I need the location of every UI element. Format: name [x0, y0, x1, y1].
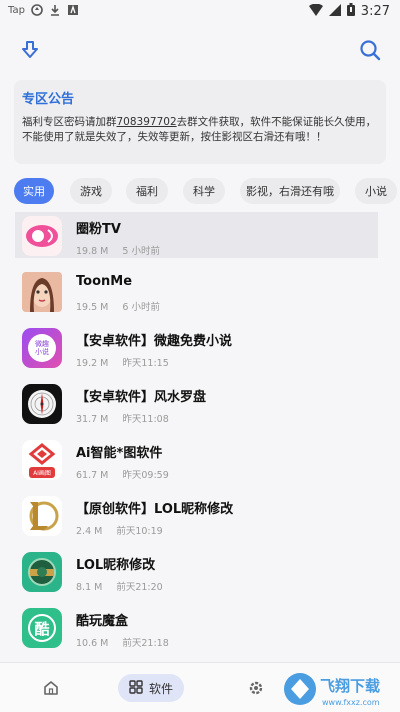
watermark-logo: 飞翔下载 www.fxxz.com — [282, 669, 394, 709]
top-toolbar — [0, 30, 400, 70]
download-icon — [49, 4, 61, 16]
app-time: 前天21:18 — [122, 638, 169, 649]
home-icon[interactable] — [42, 679, 60, 697]
grid-icon — [129, 679, 143, 697]
list-item[interactable]: AI画图 Ai智能*图软件 61.7 M 昨天09:59 — [0, 436, 400, 492]
lol-logo-icon — [22, 496, 62, 536]
tab-shiyong[interactable]: 实用 — [14, 178, 54, 204]
tap-label: Tap — [8, 4, 25, 16]
clock: 3:27 — [360, 4, 390, 19]
watermark-url: www.fxxz.com — [322, 698, 380, 707]
download-arrow-icon[interactable] — [18, 38, 42, 62]
gear-icon[interactable] — [248, 680, 264, 696]
app-time: 昨天11:15 — [122, 358, 169, 369]
kuwan-icon-text: 酷 — [28, 614, 56, 642]
tab-kexue[interactable]: 科学 — [183, 178, 225, 204]
notice-text-before: 福利专区密码请加群 — [22, 116, 117, 128]
ai-draw-icon: AI画图 — [22, 440, 62, 480]
tab-xiaoshuo[interactable]: 小说 — [355, 178, 397, 204]
search-icon[interactable] — [358, 38, 382, 62]
signal-icon — [328, 3, 341, 20]
app-size: 19.2 M — [76, 358, 109, 369]
tab-youxi[interactable]: 游戏 — [70, 178, 112, 204]
nav-software[interactable]: 软件 — [118, 674, 184, 702]
app-meta: 8.1 M 前天21:20 — [76, 579, 163, 593]
tab-fuli[interactable]: 福利 — [126, 178, 168, 204]
list-item[interactable]: 微趣 小说 【安卓软件】微趣免费小说 19.2 M 昨天11:15 — [0, 324, 400, 380]
list-item[interactable]: 圈粉TV 19.8 M 5 小时前 — [0, 212, 400, 268]
lol-nickname-icon — [22, 552, 62, 592]
list-item[interactable]: 【安卓软件】风水罗盘 31.7 M 昨天11:08 — [0, 380, 400, 436]
app-size: 19.5 M — [76, 302, 109, 313]
list-item[interactable]: LOL昵称修改 8.1 M 前天21:20 — [0, 548, 400, 604]
app-name: 【安卓软件】微趣免费小说 — [76, 334, 233, 349]
text-icon — [67, 4, 79, 16]
app-name: 【原创软件】LOL昵称修改 — [76, 502, 234, 517]
battery-icon — [346, 3, 355, 20]
group-number-link[interactable]: 708397702 — [117, 116, 177, 128]
app-name: 【安卓软件】风水罗盘 — [76, 390, 207, 405]
list-item[interactable]: ToonMe 19.5 M 6 小时前 — [0, 268, 400, 324]
category-tabs: 实用 游戏 福利 科学 影视，右滑还有哦 小说 — [0, 178, 400, 204]
toonme-icon — [22, 272, 62, 312]
app-meta: 61.7 M 昨天09:59 — [76, 467, 169, 481]
tab-yingshi[interactable]: 影视，右滑还有哦 — [240, 178, 340, 204]
app-size: 10.6 M — [76, 638, 109, 649]
app-name: Ai智能*图软件 — [76, 446, 163, 461]
weiqu-novel-icon: 微趣 小说 — [22, 328, 62, 368]
app-time: 昨天09:59 — [122, 470, 169, 481]
app-name: LOL昵称修改 — [76, 558, 156, 573]
kuwan-box-icon: 酷 — [22, 608, 62, 648]
app-name: ToonMe — [76, 274, 133, 289]
weiqu-icon-text: 微趣 小说 — [28, 334, 56, 362]
notice-title: 专区公告 — [22, 92, 75, 107]
app-size: 19.8 M — [76, 246, 109, 257]
app-name: 圈粉TV — [76, 222, 121, 237]
wifi-icon — [308, 3, 323, 20]
app-size: 61.7 M — [76, 470, 109, 481]
row-highlight — [15, 212, 378, 258]
bottom-nav: 软件 飞翔下载 www.fxxz.com — [0, 662, 400, 712]
compass-icon — [22, 384, 62, 424]
notice-text: 福利专区密码请加群708397702去群文件获取，软件不能保证能长久使用，不能使… — [22, 115, 378, 145]
app-time: 昨天11:08 — [122, 414, 169, 425]
status-right: 3:27 — [308, 3, 390, 20]
status-bar: Tap 3:27 — [0, 0, 400, 22]
app-time: 前天10:19 — [116, 526, 163, 537]
list-item[interactable]: 酷 酷玩魔盒 10.6 M 前天21:18 — [0, 604, 400, 660]
app-meta: 19.8 M 5 小时前 — [76, 243, 160, 257]
nav-software-label: 软件 — [148, 681, 173, 696]
watermark-text: 飞翔下载 — [320, 677, 380, 695]
app-meta: 19.2 M 昨天11:15 — [76, 355, 169, 369]
app-name: 酷玩魔盒 — [76, 614, 129, 629]
status-left: Tap — [8, 4, 79, 16]
app-meta: 10.6 M 前天21:18 — [76, 635, 169, 649]
list-item[interactable]: 【原创软件】LOL昵称修改 2.4 M 前天10:19 — [0, 492, 400, 548]
quanfen-tv-icon — [22, 216, 62, 256]
app-time: 5 小时前 — [122, 246, 160, 257]
app-meta: 2.4 M 前天10:19 — [76, 523, 163, 537]
app-size: 31.7 M — [76, 414, 109, 425]
app-meta: 19.5 M 6 小时前 — [76, 299, 160, 313]
app-time: 6 小时前 — [122, 302, 160, 313]
sync-icon — [31, 4, 43, 16]
ai-icon-label: AI画图 — [29, 466, 55, 478]
app-meta: 31.7 M 昨天11:08 — [76, 411, 169, 425]
app-time: 前天21:20 — [116, 582, 163, 593]
app-size: 8.1 M — [76, 582, 103, 593]
notice-card: 专区公告 福利专区密码请加群708397702去群文件获取，软件不能保证能长久使… — [14, 80, 386, 164]
app-size: 2.4 M — [76, 526, 103, 537]
